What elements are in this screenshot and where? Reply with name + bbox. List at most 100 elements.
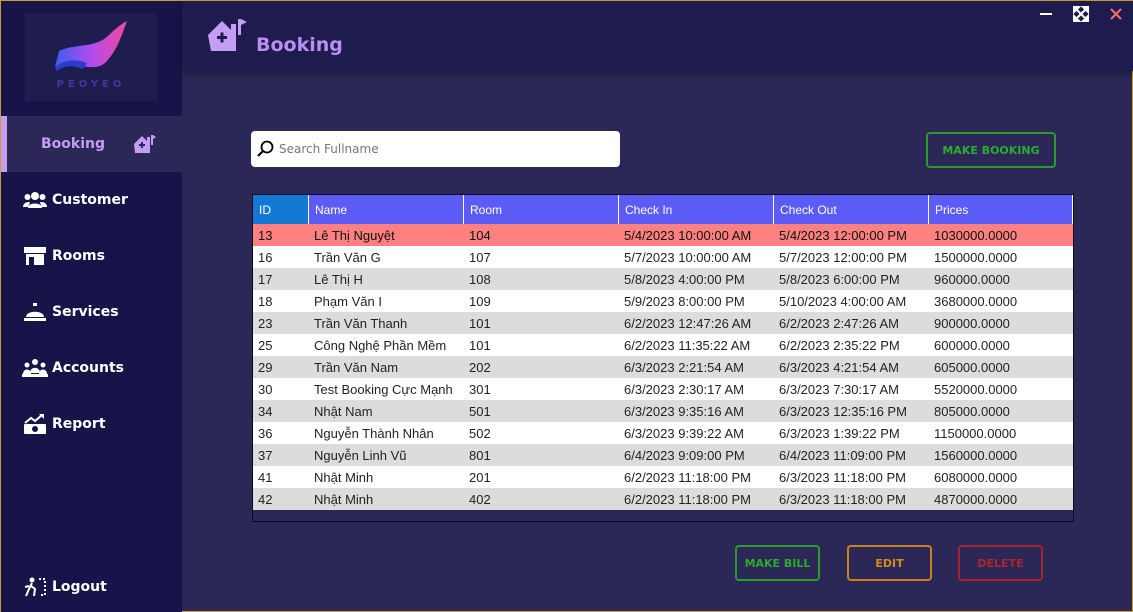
column-header-name[interactable]: Name (309, 195, 464, 224)
table-cell: 4870000.0000 (934, 491, 1018, 507)
table-cell: 900000.0000 (934, 315, 1010, 331)
logo-text: PEOYEO (56, 79, 126, 90)
table-row[interactable]: 29 Trần Văn Nam 202 6/3/2023 2:21:54 AM 6/3/… (253, 356, 1073, 378)
table-row[interactable]: 18 Phạm Văn I 109 5/9/2023 8:00:00 PM 5/10/2… (253, 290, 1073, 312)
sidebar-item-booking[interactable]: Booking (1, 116, 182, 172)
column-header-check-in[interactable]: Check In (619, 195, 774, 224)
column-header-check-out[interactable]: Check Out (774, 195, 929, 224)
sidebar-item-label: Booking (41, 136, 106, 152)
table-cell: Trần Văn Nam (314, 359, 399, 375)
header-bar: Booking (182, 1, 1133, 71)
logout-label: Logout (52, 579, 107, 595)
table-cell: 502 (469, 425, 491, 441)
table-row[interactable]: 34 Nhật Nam 501 6/3/2023 9:35:16 AM 6/3/2023… (253, 400, 1073, 422)
table-cell: 6/3/2023 11:18:00 PM (779, 469, 906, 485)
table-cell: 13 (258, 227, 273, 243)
table-cell: 6/3/2023 2:30:17 AM (624, 381, 744, 397)
table-cell: 6/3/2023 11:18:00 PM (779, 491, 906, 507)
table-cell: Nguyễn Linh Vũ (314, 447, 407, 463)
minimize-button[interactable] (1035, 5, 1057, 23)
table-cell: Nhật Minh (314, 491, 374, 507)
table-row[interactable]: 23 Trần Văn Thanh 101 6/2/2023 12:47:26 AM 6… (253, 312, 1073, 334)
table-cell: 600000.0000 (934, 337, 1010, 353)
table-row[interactable]: 17 Lê Thị H 108 5/8/2023 4:00:00 PM 5/8/2023… (253, 268, 1073, 290)
page-title: Booking (256, 34, 343, 56)
table-cell: 801 (469, 447, 491, 463)
close-button[interactable] (1105, 5, 1127, 23)
table-cell: 960000.0000 (934, 271, 1010, 287)
delete-button[interactable]: DELETE (958, 545, 1043, 581)
door-exit-icon (20, 575, 50, 599)
table-cell: 34 (258, 403, 273, 419)
search-icon (257, 140, 275, 158)
table-cell: 5/8/2023 6:00:00 PM (779, 271, 900, 287)
table-cell: 6/2/2023 12:47:26 AM (624, 315, 752, 331)
table-row[interactable]: 30 Test Booking Cực Mạnh 301 6/3/2023 2:30:… (253, 378, 1073, 400)
column-header-prices[interactable]: Prices (929, 195, 1073, 224)
logo-ribbon-icon (55, 21, 127, 71)
column-header-id[interactable]: ID (253, 195, 309, 224)
table-cell: 6/2/2023 11:18:00 PM (624, 491, 751, 507)
sidebar-item-services[interactable]: Services (1, 284, 182, 340)
logout-button[interactable]: Logout (1, 559, 182, 612)
make-booking-button[interactable]: MAKE BOOKING (926, 132, 1056, 168)
table-cell: 6/3/2023 12:35:16 PM (779, 403, 907, 419)
maximize-button[interactable] (1070, 5, 1092, 23)
table-cell: 301 (469, 381, 491, 397)
table-header: ID Name Room Check In Check Out Prices (253, 195, 1073, 224)
table-cell: 109 (469, 293, 491, 309)
table-cell: 17 (258, 271, 273, 287)
table-row[interactable]: 37 Nguyễn Linh Vũ 801 6/4/2023 9:09:00 PM 6/… (253, 444, 1073, 466)
booking-table: ID Name Room Check In Check Out Prices 1… (252, 194, 1074, 522)
sidebar: PEOYEO Booking Customer Rooms Services A… (1, 1, 182, 612)
table-cell: 36 (258, 425, 273, 441)
table-row[interactable]: 13 Lê Thị Nguyệt 104 5/4/2023 10:00:00 AM 5/… (253, 224, 1073, 246)
table-cell: 6/3/2023 7:30:17 AM (779, 381, 899, 397)
table-row[interactable]: 25 Công Nghệ Phần Mềm 101 6/2/2023 11:35:22… (253, 334, 1073, 356)
make-bill-button[interactable]: MAKE BILL (735, 545, 820, 581)
table-cell: 16 (258, 249, 273, 265)
search-input[interactable] (279, 142, 599, 156)
table-cell: 501 (469, 403, 491, 419)
column-header-room[interactable]: Room (464, 195, 619, 224)
house-plus-icon (206, 17, 248, 57)
table-cell: 6/2/2023 11:18:00 PM (624, 469, 751, 485)
table-cell: 29 (258, 359, 273, 375)
sidebar-item-report[interactable]: Report (1, 396, 182, 452)
sidebar-item-rooms[interactable]: Rooms (1, 228, 182, 284)
table-cell: 23 (258, 315, 273, 331)
sidebar-item-label: Accounts (52, 360, 125, 376)
table-cell: Nhật Minh (314, 469, 374, 485)
table-cell: 402 (469, 491, 491, 507)
bell-icon (20, 300, 50, 324)
table-row[interactable]: 41 Nhật Minh 201 6/2/2023 11:18:00 PM 6/3/20… (253, 466, 1073, 488)
table-row[interactable]: 16 Trần Văn G 107 5/7/2023 10:00:00 AM 5/7/2… (253, 246, 1073, 268)
table-cell: 6/2/2023 2:35:22 PM (779, 337, 900, 353)
table-cell: Công Nghệ Phần Mềm (314, 337, 447, 353)
table-cell: 5/4/2023 10:00:00 AM (624, 227, 752, 243)
table-cell: 5/7/2023 10:00:00 AM (624, 249, 752, 265)
table-cell: 202 (469, 359, 491, 375)
table-cell: 6/3/2023 2:21:54 AM (624, 359, 744, 375)
table-cell: Phạm Văn I (314, 293, 382, 309)
table-cell: Lê Thị Nguyệt (314, 227, 395, 243)
table-row[interactable]: 36 Nguyễn Thành Nhân 502 6/3/2023 9:39:22 A… (253, 422, 1073, 444)
sidebar-item-customer[interactable]: Customer (1, 172, 182, 228)
table-cell: Nhật Nam (314, 403, 373, 419)
table-cell: 5/8/2023 4:00:00 PM (624, 271, 745, 287)
table-cell: 6/3/2023 1:39:22 PM (779, 425, 900, 441)
table-cell: 101 (469, 337, 491, 353)
table-row[interactable]: 42 Nhật Minh 402 6/2/2023 11:18:00 PM 6/3/20… (253, 488, 1073, 510)
sidebar-item-label: Report (52, 416, 106, 432)
table-cell: 5/9/2023 8:00:00 PM (624, 293, 745, 309)
minimize-icon (1040, 13, 1052, 15)
table-cell: 25 (258, 337, 273, 353)
search-box[interactable] (251, 131, 620, 167)
chart-money-icon (20, 412, 50, 436)
table-cell: 201 (469, 469, 491, 485)
sidebar-item-accounts[interactable]: Accounts (1, 340, 182, 396)
table-cell: 6/2/2023 11:35:22 AM (624, 337, 751, 353)
edit-button[interactable]: EDIT (847, 545, 932, 581)
table-cell: 5/4/2023 12:00:00 PM (779, 227, 907, 243)
users-icon (20, 188, 50, 212)
